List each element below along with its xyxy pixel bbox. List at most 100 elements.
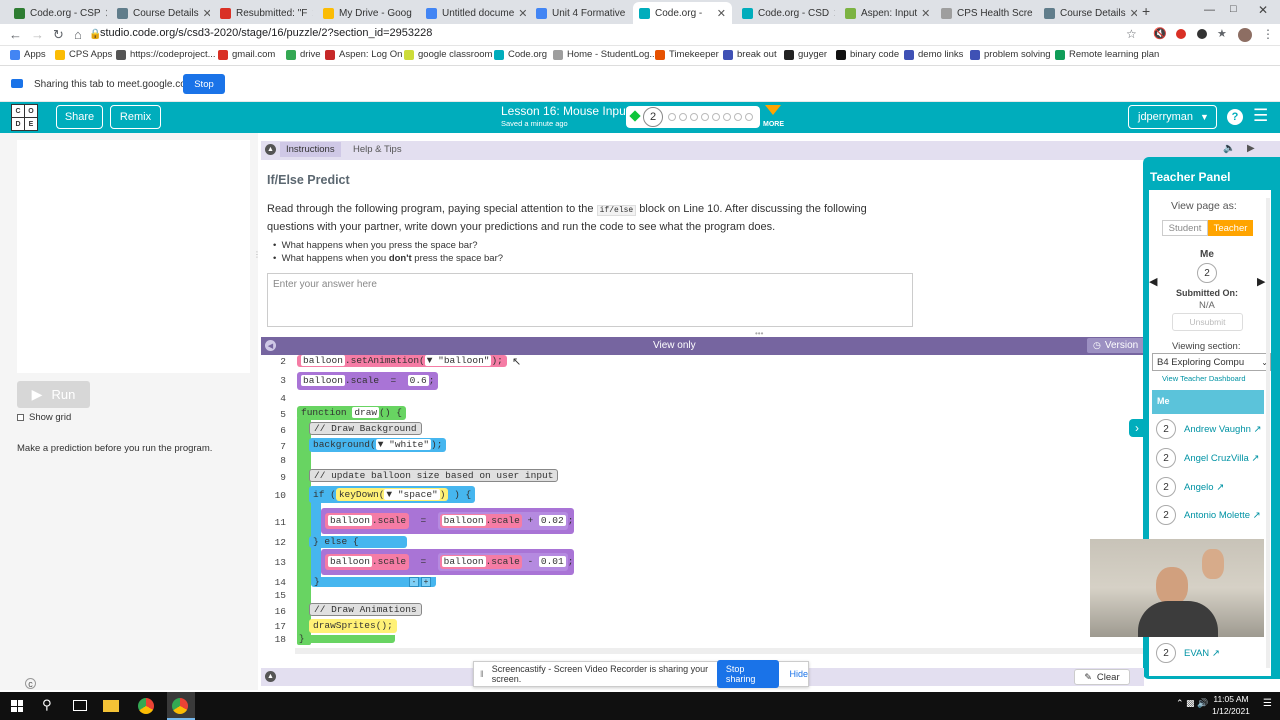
- remix-button[interactable]: Remix: [110, 105, 161, 129]
- codeorg-logo[interactable]: C O D E: [11, 104, 38, 131]
- level-dot[interactable]: [668, 113, 676, 121]
- expand-console-icon[interactable]: ▲: [265, 671, 276, 682]
- student-row[interactable]: 2 Andrew Vaughn ↗: [1152, 415, 1264, 443]
- browser-tab[interactable]: Aspen: Input ✕: [839, 2, 931, 24]
- stop-sharing-button[interactable]: Stop sharing: [716, 660, 780, 688]
- bookmark-item[interactable]: demo links: [904, 49, 963, 60]
- collapse-toolbox-icon[interactable]: ◀: [265, 340, 276, 351]
- bookmark-item[interactable]: gmail.com: [218, 49, 275, 60]
- scale-increase-block[interactable]: balloon .scale = balloon .scale + 0.02;: [321, 508, 574, 534]
- mute-icon[interactable]: 🔇: [1153, 27, 1167, 40]
- notifications-icon[interactable]: ☰: [1263, 698, 1272, 709]
- bookmark-item[interactable]: guyger: [784, 49, 827, 60]
- maximize-button[interactable]: □: [1230, 3, 1237, 15]
- tab-instructions[interactable]: Instructions: [280, 142, 341, 157]
- student-level-bubble[interactable]: 2: [1156, 505, 1176, 525]
- external-link-icon[interactable]: ↗: [1251, 453, 1259, 464]
- bookmark-item[interactable]: binary code: [836, 49, 899, 60]
- student-level-bubble[interactable]: 2: [1156, 643, 1176, 663]
- bookmark-item[interactable]: Home - StudentLog...: [553, 49, 657, 60]
- close-tab-icon[interactable]: ✕: [917, 7, 930, 20]
- student-level-bubble[interactable]: 2: [1156, 477, 1176, 497]
- share-button[interactable]: Share: [56, 105, 103, 129]
- close-tab-icon[interactable]: ✕: [307, 7, 313, 20]
- student-row[interactable]: 2 EVAN ↗: [1152, 639, 1264, 667]
- external-link-icon[interactable]: ↗: [1254, 424, 1262, 435]
- function-draw-block[interactable]: function draw() {: [297, 406, 406, 420]
- draw-sprites-block[interactable]: drawSprites();: [309, 619, 397, 633]
- version-history-button[interactable]: ◷ Version: [1087, 338, 1147, 353]
- level-1-diamond[interactable]: [629, 110, 641, 122]
- puzzle-icon[interactable]: ★: [1217, 27, 1227, 40]
- student-name-link[interactable]: Andrew Vaughn ↗: [1184, 424, 1262, 435]
- answer-textarea[interactable]: Enter your answer here: [267, 273, 913, 327]
- previous-level-arrow[interactable]: ◀: [1149, 275, 1157, 288]
- view-as-teacher-button[interactable]: Teacher: [1208, 220, 1253, 236]
- hide-notice-button[interactable]: Hide: [789, 669, 808, 679]
- browser-tab[interactable]: Resubmitted: "F✕: [214, 2, 313, 24]
- bookmark-item[interactable]: Remote learning plan: [1055, 49, 1159, 60]
- search-icon[interactable]: ⚲: [42, 697, 52, 713]
- scale-decrease-block[interactable]: balloon .scale = balloon .scale - 0.01;: [321, 549, 574, 575]
- else-block[interactable]: } else {: [309, 536, 407, 548]
- game-stage[interactable]: [17, 140, 250, 373]
- bookmark-item[interactable]: break out: [723, 49, 777, 60]
- student-name-link[interactable]: Angel CruzVilla ↗: [1184, 453, 1259, 464]
- speaker-icon[interactable]: 🔈: [1223, 143, 1235, 154]
- student-name-link[interactable]: Angelo ↗: [1184, 482, 1224, 493]
- bookmark-item[interactable]: https://codeproject...: [116, 49, 216, 60]
- clear-console-button[interactable]: ✎ Clear: [1074, 669, 1130, 685]
- bookmark-item[interactable]: Timekeeper: [655, 49, 719, 60]
- code-workspace[interactable]: 2 3 4 5 6 7 8 9 10 11 12 13 14 15 16 17 18 balloon .setAn…: [261, 355, 1144, 655]
- close-window-button[interactable]: ✕: [1258, 3, 1268, 17]
- resize-handle[interactable]: ⋮: [253, 250, 261, 264]
- browser-tab[interactable]: Code.org - CSD✕: [736, 2, 835, 24]
- bookmark-item[interactable]: Code.org: [494, 49, 547, 60]
- level-dot[interactable]: [701, 113, 709, 121]
- browser-tab[interactable]: Course Details ✕: [111, 2, 210, 24]
- level-dot[interactable]: [745, 113, 753, 121]
- student-row[interactable]: 2 Angelo ↗: [1152, 473, 1264, 501]
- collapse-icon[interactable]: ▲: [265, 144, 276, 155]
- bookmark-item[interactable]: problem solving: [970, 49, 1051, 60]
- new-tab-button[interactable]: +: [1142, 3, 1150, 19]
- student-name-link[interactable]: EVAN ↗: [1184, 648, 1220, 659]
- windows-start-icon[interactable]: [11, 700, 23, 712]
- teacher-panel-toggle[interactable]: ›: [1129, 419, 1145, 437]
- star-icon[interactable]: ☆: [1126, 27, 1137, 41]
- student-level-bubble[interactable]: 2: [1156, 419, 1176, 439]
- profile-avatar[interactable]: [1238, 28, 1252, 42]
- drag-handle-icon[interactable]: ‖: [480, 669, 484, 679]
- close-tab-icon[interactable]: ✕: [412, 7, 417, 20]
- horizontal-scrollbar[interactable]: [295, 648, 1144, 654]
- browser-tab[interactable]: CPS Health Scre✕: [935, 2, 1034, 24]
- taskbar-time[interactable]: 11:05 AM: [1210, 694, 1252, 704]
- view-as-student-button[interactable]: Student: [1162, 220, 1208, 236]
- external-link-icon[interactable]: ↗: [1212, 648, 1220, 659]
- stop-sharing-tab-button[interactable]: Stop: [183, 74, 225, 94]
- back-icon[interactable]: ←: [9, 27, 22, 42]
- extension-icon[interactable]: [1197, 29, 1207, 39]
- reload-icon[interactable]: ↻: [53, 27, 64, 43]
- file-explorer-icon[interactable]: [103, 700, 119, 712]
- bookmark-item[interactable]: Apps: [10, 49, 46, 60]
- close-tab-icon[interactable]: ✕: [101, 7, 107, 20]
- close-tab-icon[interactable]: ✕: [514, 7, 526, 20]
- system-tray-icons[interactable]: ⌃ ▩ 🔊: [1176, 698, 1208, 709]
- browser-tab[interactable]: Unit 4 Formative✕: [530, 2, 629, 24]
- next-level-arrow[interactable]: ▶: [1257, 275, 1265, 288]
- more-levels-button[interactable]: MORE: [763, 104, 784, 130]
- task-view-icon[interactable]: [73, 700, 87, 711]
- user-menu-button[interactable]: jdperryman ▼: [1128, 105, 1217, 129]
- teacher-dashboard-link[interactable]: View Teacher Dashboard: [1162, 374, 1246, 383]
- unsubmit-button[interactable]: Unsubmit: [1172, 313, 1243, 331]
- bookmark-item[interactable]: CPS Apps: [55, 49, 112, 60]
- browser-tab[interactable]: Code.org - CSP✕: [8, 2, 107, 24]
- teacher-panel-scrollbar[interactable]: [1266, 198, 1270, 668]
- bookmark-item[interactable]: drive: [286, 49, 321, 60]
- bookmark-item[interactable]: Aspen: Log On: [325, 49, 402, 60]
- scale-assign-block[interactable]: balloon .scale = 0.6;: [297, 372, 439, 390]
- close-tab-icon[interactable]: ✕: [199, 7, 210, 20]
- play-audio-icon[interactable]: ▶: [1247, 143, 1255, 154]
- comment-update-balloon[interactable]: // update balloon size based on user inp…: [309, 469, 559, 482]
